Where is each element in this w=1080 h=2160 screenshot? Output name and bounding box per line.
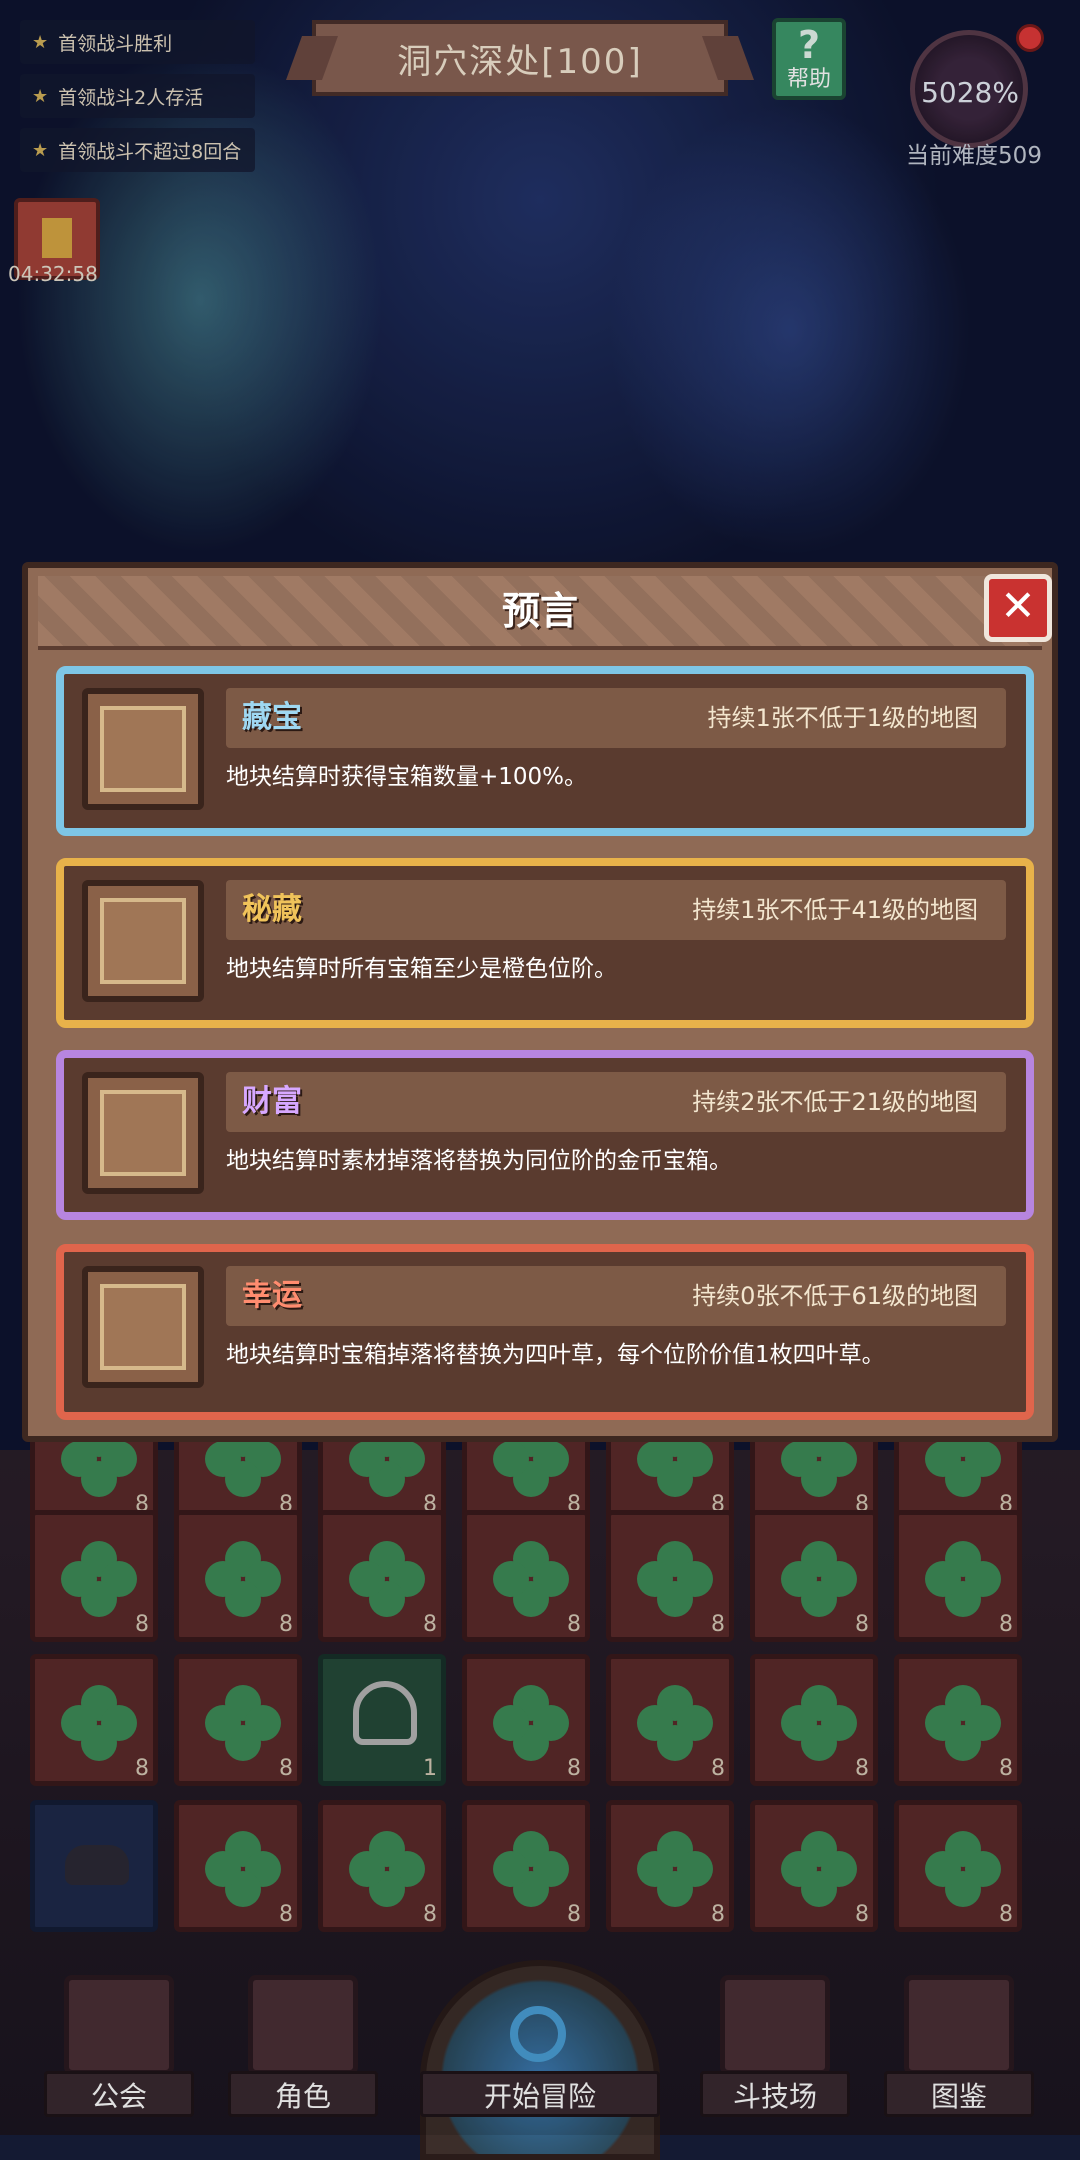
card-name: 秘藏 — [242, 892, 302, 927]
icon-frame — [100, 1284, 186, 1370]
card-description: 地块结算时素材掉落将替换为同位阶的金币宝箱。 — [226, 1148, 732, 1174]
icon-frame — [100, 706, 186, 792]
treasure-scroll-icon — [82, 880, 204, 1002]
modal-title: 预言 — [501, 589, 578, 633]
card-duration: 持续0张不低于61级的地图 — [692, 1282, 978, 1310]
card-header: 幸运 持续0张不低于61级的地图 — [226, 1266, 1006, 1326]
prophecy-card-luck: 幸运 持续0张不低于61级的地图 地块结算时宝箱掉落将替换为四叶草，每个位阶价值… — [56, 1244, 1034, 1420]
card-name: 财富 — [242, 1084, 302, 1119]
card-header: 秘藏 持续1张不低于41级的地图 — [226, 880, 1006, 940]
icon-frame — [100, 1090, 186, 1176]
close-button[interactable]: ✕ — [984, 574, 1052, 642]
card-description: 地块结算时获得宝箱数量+100%。 — [226, 764, 588, 790]
prophecy-card-treasure: 藏宝 持续1张不低于1级的地图 地块结算时获得宝箱数量+100%。 — [56, 666, 1034, 836]
card-description: 地块结算时所有宝箱至少是橙色位阶。 — [226, 956, 617, 982]
treasure-scroll-icon — [82, 688, 204, 810]
prophecy-card-wealth: 财富 持续2张不低于21级的地图 地块结算时素材掉落将替换为同位阶的金币宝箱。 — [56, 1050, 1034, 1220]
card-header: 财富 持续2张不低于21级的地图 — [226, 1072, 1006, 1132]
card-duration: 持续1张不低于1级的地图 — [707, 704, 978, 732]
icon-frame — [100, 898, 186, 984]
prophecy-card-hidden-treasure: 秘藏 持续1张不低于41级的地图 地块结算时所有宝箱至少是橙色位阶。 — [56, 858, 1034, 1028]
prophecy-modal: 预言 ✕ 藏宝 持续1张不低于1级的地图 地块结算时获得宝箱数量+100%。 秘… — [22, 562, 1058, 1442]
card-description: 地块结算时宝箱掉落将替换为四叶草，每个位阶价值1枚四叶草。 — [226, 1342, 885, 1368]
card-name: 藏宝 — [242, 700, 302, 735]
card-header: 藏宝 持续1张不低于1级的地图 — [226, 688, 1006, 748]
card-duration: 持续2张不低于21级的地图 — [692, 1088, 978, 1116]
close-icon: ✕ — [1000, 581, 1036, 630]
gold-coins-icon — [82, 1072, 204, 1194]
modal-header: 预言 — [38, 576, 1042, 650]
card-name: 幸运 — [242, 1278, 302, 1313]
card-duration: 持续1张不低于41级的地图 — [692, 896, 978, 924]
four-leaf-clover-icon — [82, 1266, 204, 1388]
